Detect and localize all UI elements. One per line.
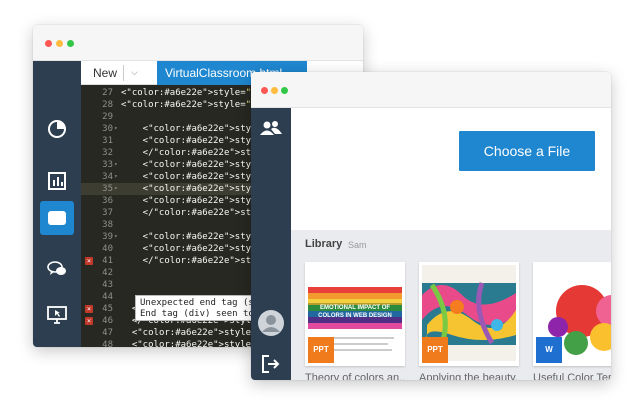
editor-sidebar [33,61,81,347]
chat-icon[interactable] [43,255,71,283]
library-titlebar [251,72,611,108]
line-number: 27 [102,88,113,98]
fold-arrow-icon[interactable]: ▾ [114,231,118,243]
library-window: Choose a File Library Sam EMOTIONAL IMPA… [251,72,611,380]
library-item-title[interactable]: Useful Color Term [533,372,611,380]
line-number: 33 [102,160,113,170]
library-main: Choose a File Library Sam EMOTIONAL IMPA… [291,108,611,380]
avatar[interactable] [256,308,286,338]
ppt-file-icon: PPT [308,337,334,363]
line-number: 31 [102,136,113,146]
upload-area: Choose a File [291,108,611,230]
whiteboard-icon[interactable] [40,201,74,235]
library-item-title[interactable]: Theory of colors an... [305,372,405,380]
new-button[interactable]: New [89,61,121,85]
line-number: 42 [102,268,113,278]
chevron-down-icon[interactable]: ⌵ [131,67,138,78]
line-number: 38 [102,220,113,230]
library-subtitle: Sam [348,240,367,250]
library-panel: Library Sam EMOTIONAL IMPACT OF COLORS I… [291,230,611,380]
line-number: 44 [102,292,113,302]
bar-chart-icon[interactable] [43,167,71,195]
library-item[interactable]: EMOTIONAL IMPACT OF COLORS IN WEB DESIGN… [305,262,405,366]
line-number: 35 [102,184,113,194]
fold-arrow-icon[interactable]: ▾ [114,123,118,135]
close-dot[interactable] [261,87,268,94]
line-number: 37 [102,208,113,218]
minimize-dot[interactable] [271,87,278,94]
line-number: 34 [102,172,113,182]
choose-file-button[interactable]: Choose a File [459,131,595,171]
line-number: 30 [102,124,113,134]
line-number: 43 [102,280,113,290]
line-number: 32 [102,148,113,158]
line-number: 46 [102,316,113,326]
thumbnail-title: EMOTIONAL IMPACT OF COLORS IN WEB DESIGN [318,305,392,319]
line-number: 28 [102,100,113,110]
library-item[interactable]: PPT [419,262,519,366]
close-dot[interactable] [45,40,52,47]
users-icon[interactable] [257,114,285,142]
maximize-dot[interactable] [67,40,74,47]
logout-icon[interactable] [257,350,285,378]
pie-chart-icon[interactable] [43,115,71,143]
maximize-dot[interactable] [281,87,288,94]
toolbar-divider [123,65,124,81]
fold-arrow-icon[interactable]: ▾ [114,159,118,171]
word-file-icon: W [536,337,562,363]
library-item[interactable]: W [533,262,611,366]
library-title: Library [305,238,343,250]
fold-arrow-icon[interactable]: ▾ [114,171,118,183]
ppt-file-icon: PPT [422,337,448,363]
minimize-dot[interactable] [56,40,63,47]
fold-arrow-icon[interactable]: ▾ [114,183,118,195]
line-number: 36 [102,196,113,206]
editor-titlebar [33,25,363,61]
library-item-title[interactable]: Applying the beauty... [419,372,519,380]
line-number: 48 [102,340,113,347]
line-number: 39 [102,232,113,242]
screen-share-icon[interactable] [43,301,71,329]
line-number: 40 [102,244,113,254]
line-number: 41 [102,256,113,266]
library-sidebar [251,108,291,380]
line-number: 45 [102,304,113,314]
line-number: 29 [102,112,113,122]
line-number: 47 [102,328,113,338]
